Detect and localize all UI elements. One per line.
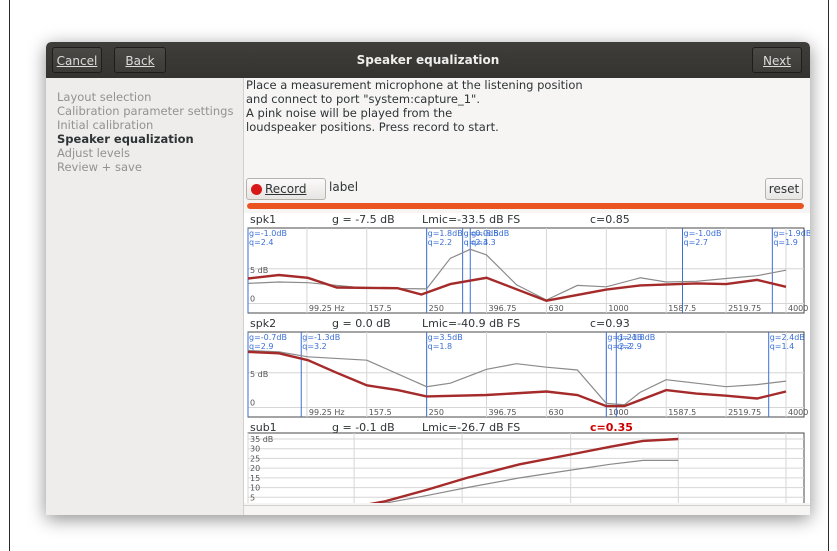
y-axis-label: 5 dB [250, 370, 268, 379]
plot-name: spk1 [250, 213, 276, 226]
sidebar-item-initial-calibration[interactable]: Initial calibration [57, 118, 153, 132]
plot-gain: g = 0.0 dB [332, 317, 391, 330]
sidebar-item-review-save[interactable]: Review + save [57, 160, 142, 174]
eq-band-q: q=2.9 [617, 342, 642, 351]
plot-name: spk2 [250, 317, 276, 330]
y-axis-label: 35 dB [250, 435, 273, 444]
eq-band-q: q=1.9 [773, 238, 798, 247]
sidebar-item-layout-selection[interactable]: Layout selection [57, 90, 151, 104]
x-tick-label: 1000 [608, 408, 628, 417]
dialog-window: Cancel Back Speaker equalization Next La… [46, 42, 810, 515]
y-axis-label: 5 [250, 493, 255, 502]
y-axis-zero: 0 [250, 399, 255, 408]
record-button[interactable]: Record [246, 178, 326, 200]
x-tick-label: 99.25 Hz [309, 304, 345, 313]
y-axis-label: 15 [250, 474, 260, 483]
plot-name: sub1 [250, 421, 277, 434]
eq-band-q: q=3.3 [471, 238, 496, 247]
label-text: label [329, 180, 359, 194]
plot-frame [247, 227, 805, 314]
eq-band-gain: g=-8.5dB [471, 229, 509, 238]
eq-band-q: q=2.2 [428, 238, 453, 247]
response-plots: spk1 g = -7.5 dB Lmic=-33.5 dB FS c=0.85 5 d… [247, 213, 810, 514]
eq-band-gain: g=-1.3dB [302, 333, 340, 342]
plot-gain: g = -7.5 dB [332, 213, 395, 226]
status-area [244, 505, 810, 515]
plot-correlation: c=0.93 [590, 317, 630, 330]
background-divider-left [9, 0, 10, 551]
y-axis-label: 10 [250, 484, 260, 493]
reset-button[interactable]: reset [765, 178, 803, 200]
sidebar-item-adjust-levels[interactable]: Adjust levels [57, 146, 130, 160]
header-bar: Cancel Back Speaker equalization Next [46, 42, 810, 78]
y-axis-label: 5 dB [250, 266, 268, 275]
eq-band-q: q=2.7 [684, 238, 709, 247]
plots-area: spk1 g = -7.5 dB Lmic=-33.5 dB FS c=0.85 5 d… [244, 213, 810, 514]
eq-band-q: q=2.9 [249, 342, 274, 351]
sidebar-item-speaker-equalization[interactable]: Speaker equalization [57, 132, 194, 146]
y-axis-label: 20 [250, 464, 260, 473]
eq-band-q: q=1.4 [770, 342, 795, 351]
x-tick-label: 2519.75 [728, 408, 761, 417]
eq-band-gain: g=-1.8dB [617, 333, 655, 342]
instruction-line: A pink noise will be played from the [246, 106, 453, 120]
y-axis-label: 25 [250, 454, 260, 463]
x-tick-label: 4000 [788, 304, 808, 313]
eq-band-gain: g=-1.9dB [773, 229, 810, 238]
instruction-line: loudspeaker positions. Press record to s… [246, 120, 499, 134]
x-tick-label: 1000 [608, 304, 628, 313]
progress-fill [247, 203, 804, 209]
background-divider-right [828, 0, 829, 551]
eq-band-q: q=2.4 [249, 238, 274, 247]
plot-lmic: Lmic=-26.7 dB FS [422, 421, 520, 434]
instruction-line: and connect to port "system:capture_1". [246, 92, 480, 106]
x-tick-label: 4000 [788, 408, 808, 417]
progress-bar [247, 203, 804, 209]
x-tick-label: 99.25 Hz [309, 408, 345, 417]
x-tick-label: 396.75 [489, 304, 517, 313]
x-tick-label: 630 [548, 304, 563, 313]
x-tick-label: 630 [548, 408, 563, 417]
plot-gain: g = -0.1 dB [332, 421, 395, 434]
x-tick-label: 1587.5 [668, 408, 696, 417]
eq-band-gain: g=-0.7dB [249, 333, 287, 342]
plot-frame [247, 331, 805, 418]
x-tick-label: 396.75 [489, 408, 517, 417]
eq-band-q: q=1.8 [428, 342, 453, 351]
sidebar-item-calibration-parameter-settings[interactable]: Calibration parameter settings [57, 104, 233, 118]
plot-lmic: Lmic=-33.5 dB FS [422, 213, 520, 226]
x-tick-label: 250 [429, 408, 444, 417]
eq-band-q: q=3.2 [302, 342, 327, 351]
instructions: Place a measurement microphone at the li… [246, 78, 583, 134]
plot-lmic: Lmic=-40.9 dB FS [422, 317, 520, 330]
cancel-button[interactable]: Cancel [52, 47, 102, 73]
main-content: Place a measurement microphone at the li… [244, 78, 810, 515]
eq-band-gain: g=2.4dB [770, 333, 805, 342]
y-axis-label: 30 [250, 445, 260, 454]
eq-band-gain: g=1.8dB [428, 229, 463, 238]
eq-band-gain: g=-1.0dB [249, 229, 287, 238]
y-axis-zero: 0 [250, 295, 255, 304]
eq-band-gain: g=3.5dB [428, 333, 463, 342]
x-tick-label: 250 [429, 304, 444, 313]
plot-correlation: c=0.35 [590, 421, 633, 434]
plot-correlation: c=0.85 [590, 213, 630, 226]
x-tick-label: 157.5 [369, 408, 392, 417]
instruction-line: Place a measurement microphone at the li… [246, 78, 583, 92]
steps-sidebar: Layout selection Calibration parameter s… [46, 78, 244, 515]
record-icon [251, 184, 262, 195]
record-label: Record [265, 182, 307, 196]
eq-band-gain: g=-1.0dB [684, 229, 722, 238]
x-tick-label: 157.5 [369, 304, 392, 313]
next-button[interactable]: Next [752, 47, 802, 73]
x-tick-label: 2519.75 [728, 304, 761, 313]
back-button[interactable]: Back [114, 47, 166, 73]
